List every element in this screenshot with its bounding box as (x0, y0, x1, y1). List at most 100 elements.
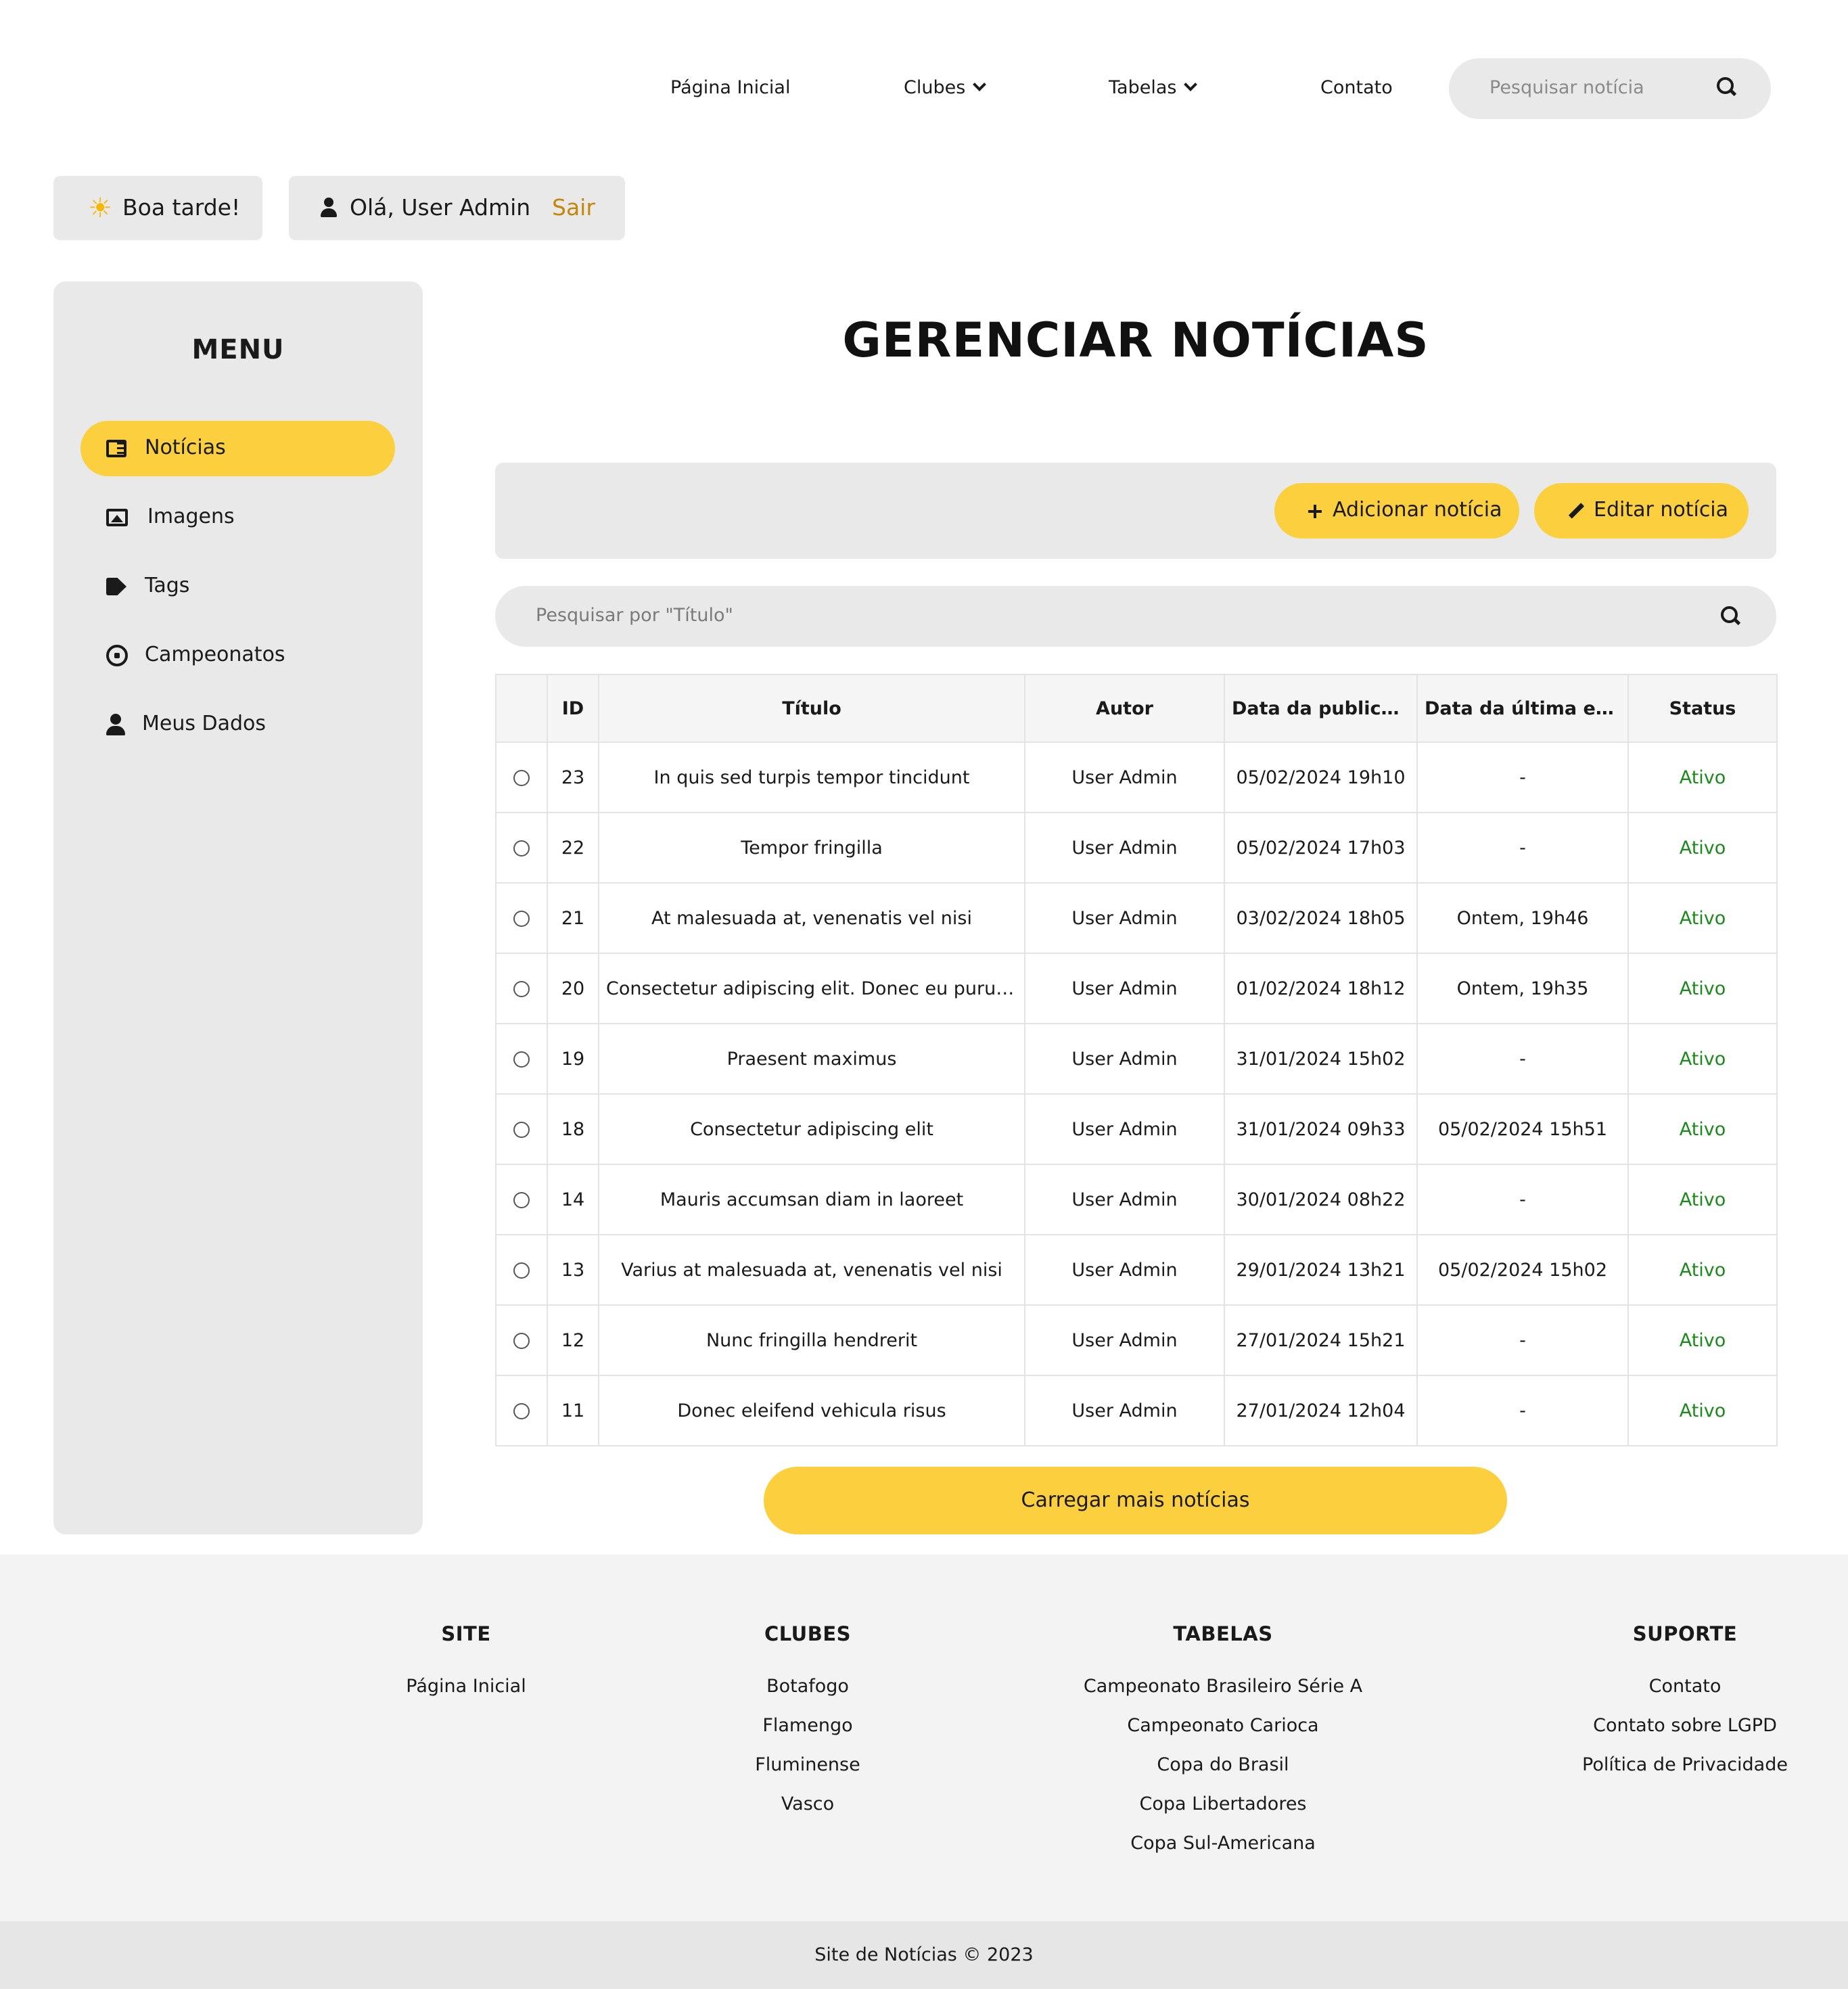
nav-tables-dropdown[interactable]: Tabelas (1109, 76, 1198, 100)
logout-link[interactable]: Sair (552, 194, 595, 221)
sidebar-item-tags[interactable]: Tags (80, 559, 395, 614)
cell-published: 03/02/2024 18h05 (1224, 882, 1418, 954)
header-title: Título (598, 674, 1025, 743)
cell-select (495, 1093, 548, 1165)
user-icon (320, 198, 338, 218)
cell-author: User Admin (1024, 741, 1225, 813)
nav-home-link[interactable]: Página Inicial (670, 76, 790, 100)
header-author: Autor (1024, 674, 1225, 743)
search-icon[interactable] (1717, 77, 1737, 97)
load-more-button[interactable]: Carregar mais notícias (764, 1467, 1507, 1534)
cell-edited: Ontem, 19h46 (1416, 882, 1629, 954)
cell-title: Praesent maximus (598, 1023, 1025, 1095)
cell-published: 30/01/2024 08h22 (1224, 1164, 1418, 1235)
table-row[interactable]: 21 At malesuada at, venenatis vel nisi Use… (495, 882, 1778, 954)
cell-edited: - (1416, 741, 1629, 813)
soccer-ball-icon (106, 645, 128, 666)
row-radio[interactable] (513, 770, 530, 786)
row-radio[interactable] (513, 1262, 530, 1279)
nav-search-placeholder: Pesquisar notícia (1489, 77, 1644, 98)
cell-id: 11 (547, 1375, 599, 1446)
footer-link[interactable]: Campeonato Carioca (1084, 1706, 1362, 1745)
table-row[interactable]: 18 Consectetur adipiscing elit User Admin 3… (495, 1093, 1778, 1165)
row-radio[interactable] (513, 911, 530, 927)
cell-author: User Admin (1024, 1234, 1225, 1306)
sun-icon: ☀ (88, 193, 112, 224)
cell-id: 21 (547, 882, 599, 954)
greeting-text: Boa tarde! (122, 194, 241, 221)
footer-link[interactable]: Contato sobre LGPD (1582, 1706, 1788, 1745)
cell-status: Ativo (1627, 1304, 1778, 1376)
sidebar-item-noticias[interactable]: Notícias (80, 421, 395, 476)
pencil-icon (1568, 503, 1584, 520)
footer-link[interactable]: Política de Privacidade (1582, 1745, 1788, 1785)
footer-col-title: TABELAS (1173, 1622, 1273, 1645)
cell-select (495, 1164, 548, 1235)
search-icon[interactable] (1721, 606, 1741, 626)
cell-edited: 05/02/2024 15h51 (1416, 1093, 1629, 1165)
table-row[interactable]: 14 Mauris accumsan diam in laoreet User Ad… (495, 1164, 1778, 1235)
top-nav: Página Inicial Clubes Tabelas Contato Pe… (0, 0, 1848, 135)
footer-link[interactable]: Botafogo (755, 1667, 860, 1706)
table-row[interactable]: 23 In quis sed turpis tempor tincidunt Use… (495, 741, 1778, 813)
nav-clubs-dropdown[interactable]: Clubes (904, 76, 987, 100)
row-radio[interactable] (513, 1051, 530, 1068)
cell-author: User Admin (1024, 812, 1225, 884)
cell-id: 18 (547, 1093, 599, 1165)
add-news-button[interactable]: Adicionar notícia (1274, 483, 1519, 539)
footer-link[interactable]: Campeonato Brasileiro Série A (1084, 1667, 1362, 1706)
sidebar-item-imagens[interactable]: Imagens (80, 490, 395, 545)
footer-col-title: SITE (441, 1622, 491, 1645)
cell-status: Ativo (1627, 1023, 1778, 1095)
table-row[interactable]: 20 Consectetur adipiscing elit. Donec eu … (495, 953, 1778, 1024)
cell-published: 01/02/2024 18h12 (1224, 953, 1418, 1024)
cell-published: 27/01/2024 12h04 (1224, 1375, 1418, 1446)
cell-edited: - (1416, 1375, 1629, 1446)
footer-link[interactable]: Copa do Brasil (1084, 1745, 1362, 1785)
sidebar-item-label: Campeonatos (145, 643, 285, 666)
table-row[interactable]: 12 Nunc fringilla hendrerit User Admin 27/0… (495, 1304, 1778, 1376)
footer-col-title: SUPORTE (1632, 1622, 1738, 1645)
table-row[interactable]: 13 Varius at malesuada at, venenatis vel … (495, 1234, 1778, 1306)
cell-published: 27/01/2024 15h21 (1224, 1304, 1418, 1376)
cell-author: User Admin (1024, 882, 1225, 954)
cell-published: 05/02/2024 17h03 (1224, 812, 1418, 884)
edit-news-label: Editar notícia (1594, 498, 1729, 522)
sidebar-item-label: Meus Dados (142, 712, 267, 735)
cell-status: Ativo (1627, 882, 1778, 954)
cell-title: Mauris accumsan diam in laoreet (598, 1164, 1025, 1235)
cell-select (495, 741, 548, 813)
cell-edited: - (1416, 1023, 1629, 1095)
row-radio[interactable] (513, 1192, 530, 1208)
cell-author: User Admin (1024, 1375, 1225, 1446)
cell-status: Ativo (1627, 1375, 1778, 1446)
cell-title: Varius at malesuada at, venenatis vel ni… (598, 1234, 1025, 1306)
row-radio[interactable] (513, 1403, 530, 1419)
footer-link[interactable]: Página Inicial (406, 1667, 526, 1706)
nav-search-input[interactable]: Pesquisar notícia (1449, 58, 1771, 119)
row-radio[interactable] (513, 1333, 530, 1349)
row-radio[interactable] (513, 840, 530, 856)
footer-link[interactable]: Fluminense (755, 1745, 860, 1785)
row-radio[interactable] (513, 981, 530, 997)
title-search-input[interactable]: Pesquisar por "Título" (495, 586, 1776, 647)
footer-link[interactable]: Flamengo (755, 1706, 860, 1745)
sidebar-item-campeonatos[interactable]: Campeonatos (80, 628, 395, 683)
footer-link[interactable]: Vasco (755, 1785, 860, 1824)
cell-status: Ativo (1627, 812, 1778, 884)
edit-news-button[interactable]: Editar notícia (1534, 483, 1749, 539)
row-radio[interactable] (513, 1122, 530, 1138)
nav-contact-link[interactable]: Contato (1320, 76, 1393, 100)
sidebar-item-meus-dados[interactable]: Meus Dados (80, 697, 395, 752)
footer-link[interactable]: Copa Sul-Americana (1084, 1824, 1362, 1863)
header-id: ID (547, 674, 599, 743)
footer-link[interactable]: Contato (1582, 1667, 1788, 1706)
table-row[interactable]: 22 Tempor fringilla User Admin 05/02/2024 1… (495, 812, 1778, 884)
footer-col-suporte: SUPORTE Contato Contato sobre LGPD Polít… (1582, 1622, 1788, 1785)
table-body: 23 In quis sed turpis tempor tincidunt Use… (495, 741, 1778, 1446)
footer: SITE Página Inicial CLUBES Botafogo Flam… (0, 1555, 1848, 1921)
table-row[interactable]: 19 Praesent maximus User Admin 31/01/2024 1… (495, 1023, 1778, 1095)
table-row[interactable]: 11 Donec eleifend vehicula risus User Admi… (495, 1375, 1778, 1446)
footer-link[interactable]: Copa Libertadores (1084, 1785, 1362, 1824)
cell-id: 23 (547, 741, 599, 813)
